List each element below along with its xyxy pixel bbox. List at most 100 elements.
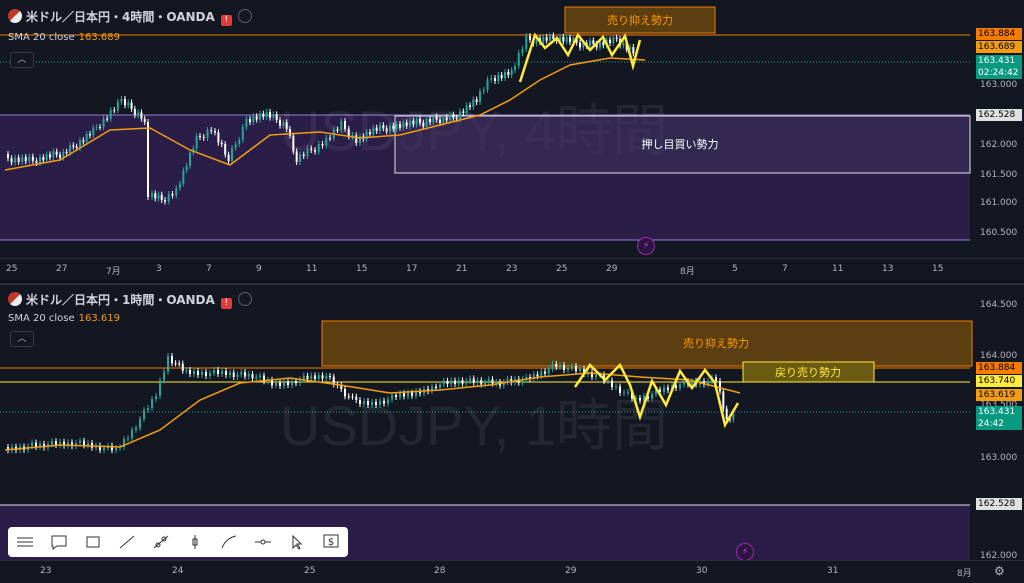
sma-legend-1h[interactable]: SMA 20 close 163.619 [8,313,120,324]
candle [295,381,297,383]
symbol-legend-1h[interactable]: 米ドル／日本円・1時間・OANDA! [8,291,252,309]
candle [439,384,441,388]
price-tag-high: 163.884 [976,28,1022,40]
candle [275,383,277,386]
candle [435,116,438,120]
candle [272,114,275,118]
candle [439,119,441,123]
candle [7,154,9,159]
horizontal-line-icon[interactable] [251,530,275,554]
sma-legend-4h[interactable]: SMA 20 close 163.689 [8,32,120,43]
candle [389,125,391,132]
candle [442,380,445,385]
alert-icon[interactable]: ! [220,15,232,26]
date-tick: 9 [256,264,262,274]
gear-icon[interactable]: ⚙ [994,564,1005,578]
date-tick: 8月 [957,569,972,579]
candle [579,369,581,371]
cursor-icon[interactable] [285,530,309,554]
bolt-icon[interactable]: ⚡ [736,543,754,561]
eye-icon[interactable] [237,292,252,306]
candle [35,160,38,163]
candle [679,384,681,388]
sma-value: 163.619 [78,313,121,324]
candle [355,396,358,400]
candle [147,408,149,410]
comment-icon[interactable] [47,530,71,554]
candle [525,36,528,49]
collapse-legend-button[interactable]: ︿ [10,331,34,347]
candle [245,119,248,127]
price-tag-sma: 163.619 [976,389,1022,401]
price-tag-sma: 163.689 [976,41,1022,53]
bolt-icon[interactable]: ⚡ [637,237,655,255]
candle [344,121,346,129]
symbol-legend-4h[interactable]: 米ドル／日本円・4時間・OANDA! [8,8,252,26]
chart-pane-1h[interactable]: USDJPY, 1時間 売り抑え勢力 戻り売り勢力 米ドル／日本円・1時間・OA… [0,283,1024,562]
candle [567,368,569,370]
brush-icon[interactable] [217,530,241,554]
candle [412,120,415,125]
candle [340,121,343,130]
candle [232,372,235,377]
candle [69,145,71,153]
rectangle-icon[interactable] [81,530,105,554]
candle [240,372,243,375]
sell-zone-label-1h: 売り抑え勢力 [683,336,749,350]
date-tick: 28 [434,566,446,576]
candle [271,379,273,386]
candle [571,366,573,368]
candle [575,366,577,371]
candle [623,392,625,394]
candle [147,122,149,197]
candle [592,40,595,44]
candle [529,36,531,40]
candle [454,380,456,384]
candle [210,130,213,131]
candle [171,194,174,196]
chart-canvas-4h[interactable]: USDJPY, 4時間 押し目買い勢力 売り抑え勢力 [0,0,1024,258]
candle [102,118,105,128]
candle [429,119,431,123]
candle [442,117,445,123]
candle [89,134,91,136]
date-tick: 7 [782,264,788,274]
candle [542,36,545,43]
trend-line-icon[interactable] [115,530,139,554]
candle [504,72,506,78]
candle [459,111,461,119]
time-axis-1h[interactable]: 23 24 25 28 29 30 31 8月 ⚙ [0,560,1024,583]
candle [602,41,605,46]
candle [167,194,170,202]
price-line-icon[interactable] [183,530,207,554]
collapse-legend-button[interactable]: ︿ [10,52,34,68]
ray-icon[interactable] [149,530,173,554]
eye-icon[interactable] [237,9,252,23]
candle [563,365,565,370]
chart-pane-4h[interactable]: USDJPY, 4時間 押し目買い勢力 売り抑え勢力 米ドル／日本円・4時間・O… [0,0,1024,258]
date-tick: 5 [732,264,738,274]
candle [457,380,460,384]
candle [75,146,78,148]
price-label-icon[interactable]: $ [319,530,343,554]
chart-canvas-1h[interactable]: USDJPY, 1時間 売り抑え勢力 戻り売り勢力 [0,285,1024,562]
time-axis-4h[interactable]: 25 27 7月 3 7 9 11 15 17 21 23 25 29 8月 5 7 11 13 15 [0,258,1024,281]
candle [255,116,258,120]
candle [103,447,105,451]
candle [479,91,481,102]
sell-zone-box-1h[interactable] [321,320,973,367]
drag-handle-icon[interactable] [13,530,37,554]
price-tag-support: 162.528 [976,498,1022,510]
candle [189,370,191,374]
candle [622,43,625,46]
candle [269,112,271,118]
candle [369,132,371,135]
candle [544,371,546,374]
candle [52,151,55,158]
candle [549,35,551,41]
candle [497,75,500,81]
alert-icon[interactable]: ! [220,298,232,309]
candle [127,438,129,439]
candle [130,102,133,109]
candle [85,134,88,142]
